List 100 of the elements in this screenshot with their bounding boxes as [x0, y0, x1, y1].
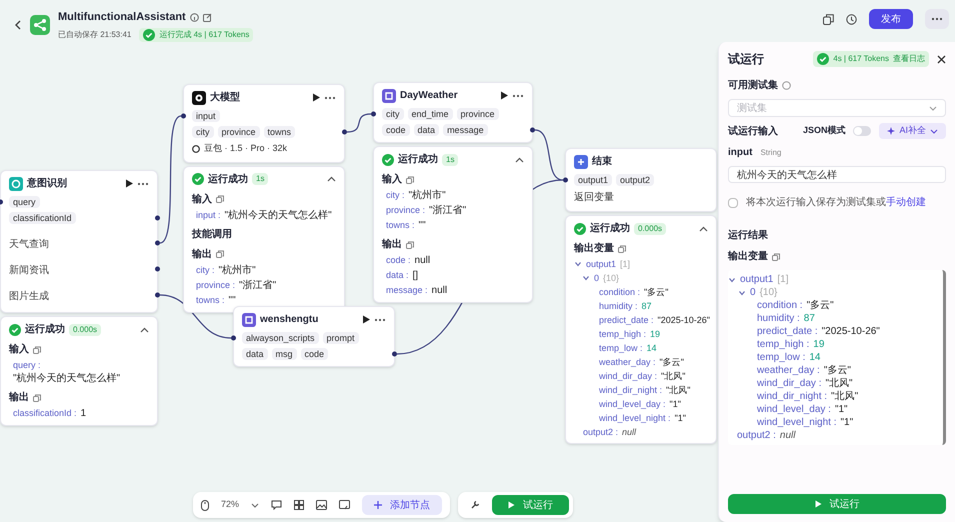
variable-value: 1 — [80, 407, 86, 420]
more-icon[interactable] — [137, 182, 149, 186]
field-type: String — [760, 146, 782, 158]
status-text: 运行成功 — [398, 152, 438, 167]
json-mode-toggle[interactable] — [853, 126, 872, 136]
tree-value: 87 — [642, 300, 652, 312]
model-name: 豆包 · 1.5 · Pro · 32k — [204, 142, 288, 155]
ai-complete-button[interactable]: AI补全 — [879, 123, 946, 139]
chevron-down-icon[interactable] — [251, 502, 260, 508]
caret-icon[interactable] — [574, 260, 582, 268]
check-circle-icon — [143, 28, 156, 40]
variable-tag: towns — [264, 126, 296, 138]
variable-value: null — [414, 254, 430, 267]
play-icon[interactable] — [312, 93, 320, 102]
app-logo-icon — [30, 15, 50, 36]
node-card[interactable]: 大模型 input city province towns 豆包 · 1.5 · Pro · 32k — [183, 84, 345, 162]
variable-value: "浙江省" — [239, 278, 276, 292]
section-title: 输出 — [192, 248, 212, 262]
variable-key: query : — [13, 359, 41, 372]
check-circle-icon — [192, 173, 204, 185]
help-icon — [782, 81, 791, 90]
image-icon[interactable] — [316, 500, 328, 510]
tree-key: wind_dir_day : — [757, 377, 822, 390]
grid-icon[interactable] — [294, 500, 304, 510]
check-circle-icon — [574, 222, 586, 234]
panel-title: 试运行 — [728, 51, 765, 68]
tree-value: null — [622, 426, 636, 438]
tree-value: "1" — [834, 403, 848, 416]
log-link[interactable]: 查看日志 — [893, 53, 925, 65]
close-icon[interactable] — [937, 54, 946, 64]
check-circle-icon — [9, 324, 21, 336]
add-node-button[interactable]: 添加节点 — [362, 495, 442, 515]
zoom-level[interactable]: 72% — [221, 498, 240, 512]
tree-key: temp_low : — [599, 342, 643, 354]
checkbox[interactable] — [728, 198, 738, 208]
section-title: 运行结果 — [728, 228, 769, 243]
variable-key: towns : — [386, 219, 415, 232]
tree-value: null — [780, 429, 796, 442]
variable-key: towns : — [196, 294, 225, 306]
node-card[interactable]: 意图识别 query classificationId 天气查询 新闻资讯 图片生成 — [0, 170, 158, 313]
info-icon[interactable] — [190, 12, 199, 22]
variable-key: data : — [386, 269, 409, 282]
more-button[interactable] — [925, 9, 949, 29]
node-title: 结束 — [592, 154, 613, 169]
note-icon[interactable] — [339, 500, 350, 510]
variable-tag: city — [192, 126, 214, 138]
variable-tag: city — [382, 108, 404, 120]
chevron-up-icon[interactable] — [140, 326, 149, 332]
save-status: 已自动保存 21:53:41 — [58, 28, 132, 40]
run-button[interactable]: 试运行 — [492, 495, 570, 515]
back-icon[interactable] — [14, 20, 22, 30]
connector-line — [346, 113, 372, 133]
save-option-text: 将本次运行输入保存为测试集或手动创建 — [746, 196, 926, 210]
variable-key: city : — [196, 264, 215, 276]
section-title: 技能调用 — [192, 228, 232, 242]
play-icon[interactable] — [500, 91, 508, 100]
chevron-up-icon[interactable] — [699, 226, 708, 232]
edit-icon[interactable] — [202, 12, 212, 22]
time-badge: 1s — [252, 173, 268, 185]
variable-tag: msg — [272, 348, 297, 360]
chevron-up-icon[interactable] — [515, 156, 524, 162]
run-status-text: 运行完成 4s | 617 Tokens — [159, 28, 250, 40]
mouse-icon[interactable] — [201, 500, 209, 510]
publish-button[interactable]: 发布 — [869, 9, 913, 29]
tree-key: wind_dir_night : — [757, 390, 828, 403]
node-icon — [382, 88, 396, 102]
copy-icon[interactable] — [823, 14, 834, 24]
create-link[interactable]: 手动创建 — [886, 197, 926, 208]
play-icon — [814, 500, 822, 508]
tree-summary: {10} — [603, 272, 620, 284]
more-icon[interactable] — [512, 94, 524, 98]
chevron-up-icon[interactable] — [327, 176, 336, 182]
tree-key: wind_level_night : — [599, 412, 671, 424]
more-icon[interactable] — [374, 318, 386, 322]
node-icon — [192, 90, 206, 104]
history-icon[interactable] — [846, 14, 857, 24]
node-card[interactable]: 结束 output1 output2 返回变量 — [565, 148, 717, 212]
run-button[interactable]: 试运行 — [728, 494, 946, 514]
caret-icon[interactable] — [728, 276, 736, 284]
caret-icon[interactable] — [738, 288, 746, 296]
tree-summary: [1] — [620, 258, 630, 270]
variable-key: province : — [196, 278, 236, 292]
input-field[interactable]: 杭州今天的天气怎么样 — [728, 166, 946, 183]
chevron-down-icon — [930, 128, 938, 134]
variable-tag: query — [9, 196, 40, 208]
comment-icon[interactable] — [271, 500, 282, 510]
variable-value: [] — [412, 269, 418, 282]
run-status-text: 4s | 617 Tokens — [833, 53, 889, 65]
caret-icon[interactable] — [582, 274, 590, 282]
tree-value: 19 — [813, 338, 824, 351]
node-card[interactable]: wenshengtu alwayson_scripts prompt data msg code — [233, 306, 395, 367]
wrench-icon[interactable] — [470, 500, 480, 510]
more-icon[interactable] — [324, 96, 336, 100]
play-icon[interactable] — [362, 315, 370, 324]
variable-key: input : — [196, 208, 221, 222]
variable-tag: input — [192, 110, 220, 122]
node-card[interactable]: DayWeather city end_time province code data message — [373, 82, 533, 143]
play-icon[interactable] — [125, 179, 133, 188]
time-badge: 0.000s — [634, 222, 666, 234]
tree-key: weather_day : — [599, 356, 656, 368]
